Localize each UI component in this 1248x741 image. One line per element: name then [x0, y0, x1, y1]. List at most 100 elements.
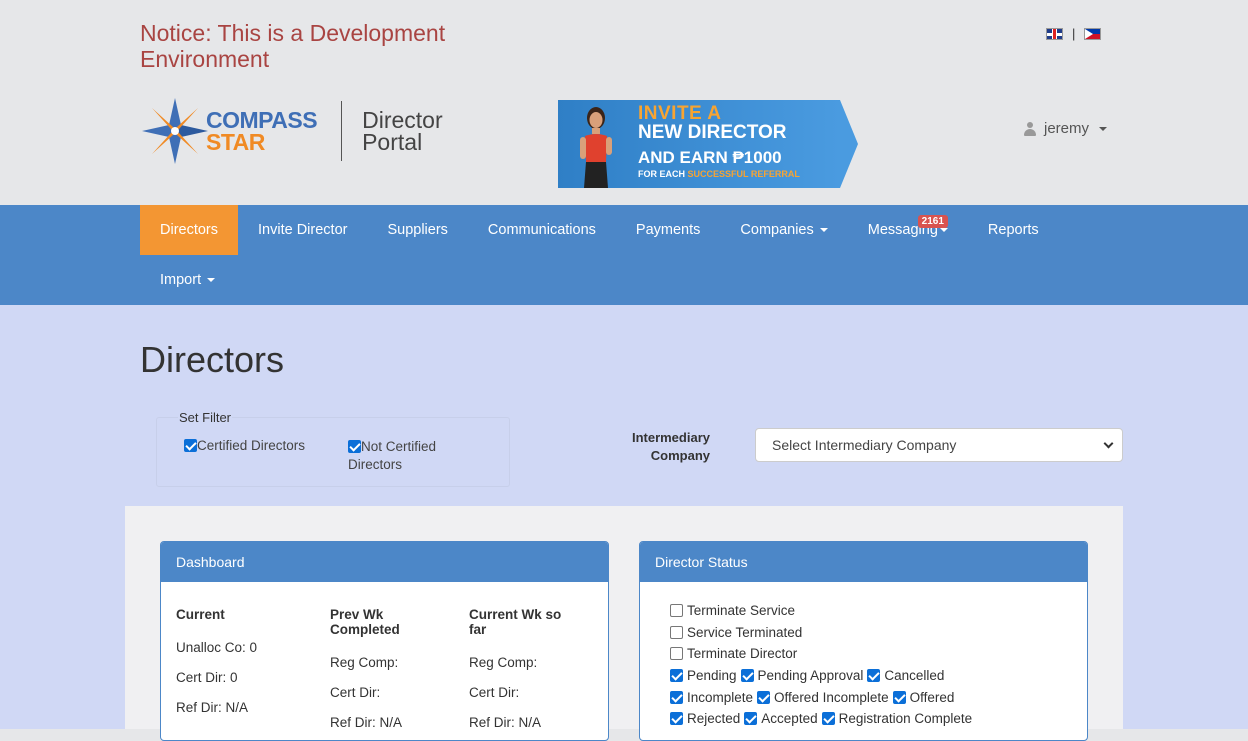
ph-flag-icon[interactable] — [1084, 27, 1102, 40]
certified-checkbox[interactable] — [184, 439, 197, 452]
chevron-down-icon — [207, 278, 216, 283]
status-row: Rejected Accepted Registration Complete — [670, 708, 976, 730]
nav-row-2: Import — [140, 255, 235, 305]
site-logo[interactable]: COMPASS STAR Director Portal — [140, 96, 443, 166]
director-status-title: Director Status — [640, 542, 1087, 582]
status-row: Incomplete Offered Incomplete Offered — [670, 687, 976, 709]
not-certified-checkbox[interactable] — [348, 440, 361, 453]
nav-directors[interactable]: Directors — [140, 205, 239, 255]
uk-flag-icon[interactable] — [1046, 27, 1063, 40]
nav-import-label: Import — [160, 272, 202, 288]
status-label: Terminate Service — [687, 603, 796, 618]
certified-label: Certified Directors — [197, 438, 306, 453]
certified-filter[interactable]: Certified Directors — [184, 438, 305, 453]
stat-value: Unalloc Co: 0 — [176, 640, 258, 655]
status-row: Pending Pending Approval Cancelled — [670, 665, 976, 687]
status-label: Rejected — [687, 711, 741, 727]
status-row: Terminate Director — [670, 643, 976, 665]
intermediary-selected: Select Intermediary Company — [772, 437, 957, 453]
main-nav: Directors Invite Director Suppliers Comm… — [0, 205, 1248, 305]
stat-value: Ref Dir: N/A — [469, 715, 542, 730]
stat-value: Reg Comp: — [330, 655, 399, 670]
pending-approval-checkbox[interactable] — [740, 669, 754, 683]
logo-star: STAR — [206, 129, 265, 155]
nav-import[interactable]: Import — [140, 255, 235, 305]
col-header: Prev Wk Completed — [330, 607, 400, 637]
nav-invite-director[interactable]: Invite Director — [238, 205, 367, 255]
not-certified-filter[interactable]: Not Certified Directors — [348, 438, 458, 474]
banner-line2: NEW DIRECTOR — [638, 122, 787, 143]
dashboard-title: Dashboard — [161, 542, 608, 582]
cancelled-checkbox[interactable] — [867, 669, 881, 683]
status-label: Cancelled — [884, 668, 945, 684]
user-icon — [1024, 121, 1036, 136]
chevron-down-icon — [1099, 126, 1108, 131]
nav-payments[interactable]: Payments — [616, 205, 720, 255]
chevron-down-icon — [939, 228, 948, 233]
nav-suppliers[interactable]: Suppliers — [367, 205, 467, 255]
content-area: Dashboard Current Unalloc Co: 0 Cert Dir… — [125, 506, 1123, 741]
registration-complete-checkbox[interactable] — [821, 712, 835, 726]
flag-separator: | — [1072, 26, 1076, 41]
logo-wordmark: COMPASS STAR — [206, 107, 318, 155]
username: jeremy — [1044, 120, 1090, 137]
status-label: Registration Complete — [838, 711, 973, 727]
user-menu[interactable]: jeremy — [1024, 120, 1108, 137]
invite-banner[interactable]: INVITE A NEW DIRECTOR AND EARN ₱1000 FOR… — [558, 100, 858, 188]
intermediary-select[interactable]: Select Intermediary Company — [755, 428, 1123, 462]
intermediary-label: Intermediary Company — [631, 430, 710, 463]
col-header: Current — [176, 607, 225, 622]
terminate-director-checkbox[interactable] — [670, 647, 683, 661]
nav-communications[interactable]: Communications — [468, 205, 616, 255]
nav-companies[interactable]: Companies — [720, 205, 847, 255]
stat-value: Cert Dir: — [469, 685, 520, 700]
incomplete-checkbox[interactable] — [670, 690, 683, 704]
logo-compass: COMPASS — [206, 107, 318, 133]
pending-checkbox[interactable] — [670, 669, 683, 683]
nav-row-1: Directors Invite Director Suppliers Comm… — [140, 205, 1059, 255]
stat-value: Ref Dir: N/A — [330, 715, 403, 730]
status-label: Pending Approval — [757, 668, 864, 684]
portal-line1: Director — [362, 107, 443, 133]
status-row: Service Terminated — [670, 622, 976, 644]
stat-value: Cert Dir: — [330, 685, 381, 700]
banner-line3: AND EARN ₱1000 — [638, 148, 782, 167]
logo-divider — [341, 101, 343, 161]
banner-line4: FOR EACH SUCCESSFUL REFERRAL — [638, 169, 800, 179]
status-row: Terminate Service — [670, 600, 976, 622]
dashboard-col-current-week: Current Wk so far Reg Comp: Cert Dir: Re… — [469, 607, 579, 738]
dashboard-panel: Dashboard Current Unalloc Co: 0 Cert Dir… — [160, 541, 609, 741]
stat-value: Cert Dir: 0 — [176, 670, 238, 685]
accepted-checkbox[interactable] — [744, 712, 758, 726]
nav-messaging[interactable]: Messaging 2161 — [848, 205, 968, 255]
message-count-badge: 2161 — [917, 215, 948, 228]
nav-reports[interactable]: Reports — [968, 205, 1059, 255]
terminate-service-checkbox[interactable] — [670, 604, 683, 617]
banner-arrow — [840, 100, 858, 188]
service-terminated-checkbox[interactable] — [670, 625, 683, 639]
page-title: Directors — [140, 339, 285, 380]
offered-incomplete-checkbox[interactable] — [757, 690, 771, 704]
portal-title: Director Portal — [362, 107, 443, 155]
dashboard-col-current: Current Unalloc Co: 0 Cert Dir: 0 Ref Di… — [176, 607, 316, 723]
status-label: Offered — [909, 689, 955, 705]
rejected-checkbox[interactable] — [670, 712, 683, 726]
portal-line2: Portal — [362, 129, 423, 155]
language-switcher: | — [1046, 26, 1102, 41]
filter-legend: Set Filter — [178, 410, 233, 425]
chevron-down-icon — [1103, 438, 1114, 449]
dev-notice: Notice: This is a Development Environmen… — [140, 20, 446, 72]
offered-checkbox[interactable] — [892, 690, 906, 704]
status-label: Pending — [687, 668, 737, 684]
top-header: Notice: This is a Development Environmen… — [0, 0, 1248, 205]
status-label: Terminate Director — [687, 646, 798, 662]
status-label: Offered Incomplete — [774, 689, 889, 705]
banner-line1: INVITE A — [638, 103, 722, 124]
banner-line4-highlight: SUCCESSFUL REFERRAL — [687, 169, 800, 179]
status-label: Accepted — [761, 711, 818, 727]
stat-value: Ref Dir: N/A — [176, 700, 249, 715]
not-certified-label: Not Certified Directors — [348, 439, 437, 472]
status-label: Incomplete — [687, 689, 754, 705]
status-checkbox-list: Terminate Service Service Terminated Ter… — [670, 600, 976, 730]
banner-line4-pre: FOR EACH — [638, 169, 688, 179]
